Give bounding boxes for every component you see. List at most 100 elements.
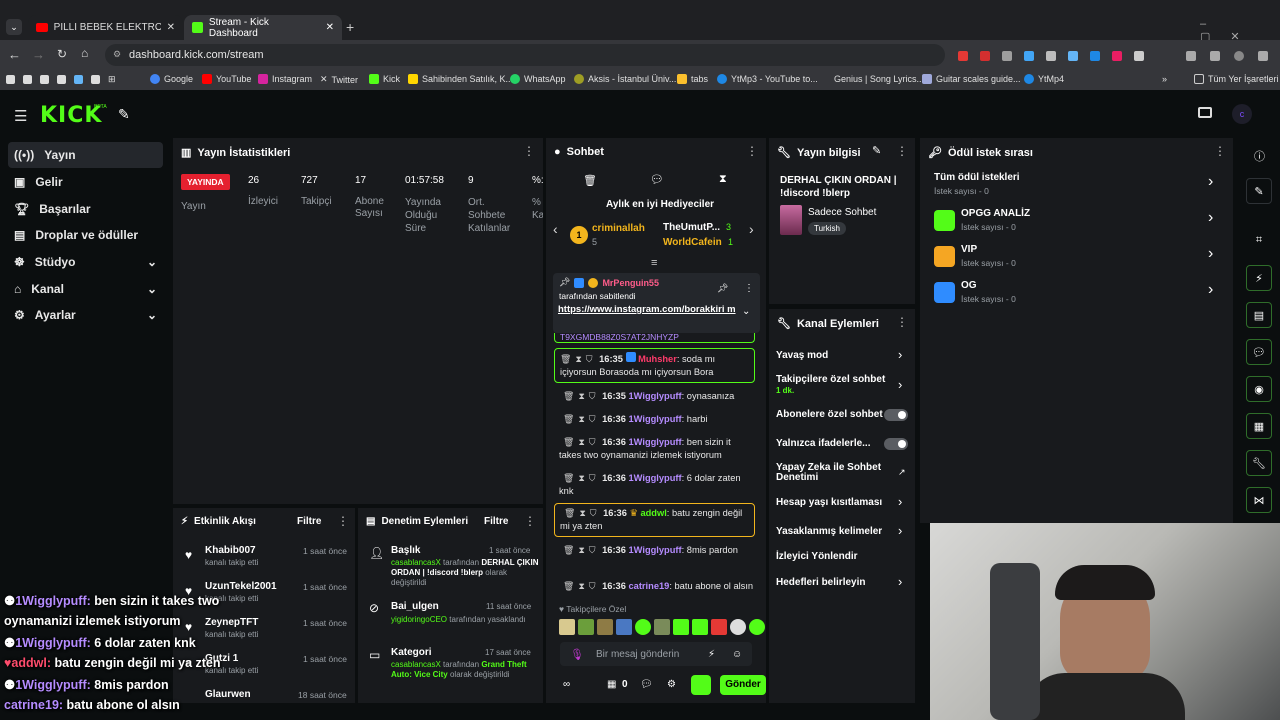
download-icon[interactable]: [1186, 51, 1196, 61]
menu-icon[interactable]: [1258, 51, 1268, 61]
sidebar-item-drops[interactable]: ▤ Droplar ve ödüller: [8, 222, 163, 248]
subs-only-toggle[interactable]: [884, 409, 908, 421]
extension-icon[interactable]: [1024, 51, 1034, 61]
bookmark-kick[interactable]: Kick: [369, 74, 400, 84]
points-icon[interactable]: ▦: [607, 679, 616, 690]
action-slow-mode[interactable]: Yavaş mod: [776, 350, 828, 361]
trash-icon[interactable]: 🗑︎: [563, 544, 574, 557]
new-tab-button[interactable]: +: [346, 19, 354, 35]
broadcast-icon[interactable]: ◉: [1246, 376, 1272, 402]
more-options-icon[interactable]: ⋮: [1214, 144, 1226, 158]
shield-icon[interactable]: ⛉: [589, 390, 596, 403]
bookmark-genius[interactable]: Genius | Song Lyrics...: [834, 74, 924, 84]
bookmark-all[interactable]: Tüm Yer İşaretleri: [1194, 74, 1279, 84]
bolt-icon[interactable]: ⚡︎: [1246, 265, 1272, 291]
emote-icon[interactable]: [730, 619, 746, 635]
chevron-right-icon[interactable]: ›: [898, 347, 902, 362]
shield-icon[interactable]: ⛉: [589, 413, 596, 426]
gifter-name[interactable]: criminallah: [592, 223, 645, 234]
close-icon[interactable]: ✕: [167, 22, 175, 33]
bookmark-ytmp4[interactable]: YtMp4: [1024, 74, 1064, 84]
sidebar-item-channel[interactable]: ⌂ Kanal ⌄: [8, 276, 163, 302]
hourglass-icon[interactable]: ⧗: [578, 390, 584, 403]
action-banned-words[interactable]: Yasaklanmış kelimeler: [776, 526, 882, 537]
chevron-right-icon[interactable]: ›: [898, 494, 902, 509]
chevron-right-icon[interactable]: ›: [749, 221, 754, 237]
trash-icon[interactable]: 🗑︎: [583, 174, 597, 187]
bookmark-apps[interactable]: ⊞: [6, 74, 116, 85]
emotes-only-toggle[interactable]: [884, 438, 908, 450]
edit-icon[interactable]: ✎: [872, 144, 881, 157]
action-subs-only[interactable]: Abonelere özel sohbet: [776, 409, 883, 420]
action-host[interactable]: İzleyici Yönlendir: [776, 551, 858, 562]
back-icon[interactable]: ←: [8, 47, 21, 62]
screenshot-icon[interactable]: ⌗: [1246, 227, 1272, 253]
chevron-right-icon[interactable]: ›: [898, 574, 902, 589]
action-emotes-only[interactable]: Yalnızca ifadelerle...: [776, 438, 871, 449]
emote-icon[interactable]: [749, 619, 765, 635]
bookmark-whatsapp[interactable]: WhatsApp: [510, 74, 566, 84]
storage-icon[interactable]: ▦: [1246, 413, 1272, 439]
trash-icon[interactable]: 🗑︎: [563, 472, 574, 485]
more-options-icon[interactable]: ⋮: [896, 315, 908, 329]
bookmark-instagram[interactable]: Instagram: [258, 74, 312, 84]
document-icon[interactable]: ▤: [1246, 302, 1272, 328]
tab-search-button[interactable]: ⌄: [6, 19, 22, 35]
activity-user[interactable]: UzunTekel2001: [205, 581, 277, 592]
chevron-down-icon[interactable]: ⌄: [742, 306, 750, 317]
reload-icon[interactable]: ↻: [57, 47, 67, 61]
reward-og[interactable]: OG İstek sayısı - 0 ›: [932, 278, 1222, 308]
send-button[interactable]: Gönder: [720, 675, 766, 695]
emote-icon[interactable]: [578, 619, 594, 635]
bookmark-twitter[interactable]: ✕ Twitter: [320, 74, 358, 85]
trash-icon[interactable]: 🗑︎: [564, 507, 575, 520]
chat-input[interactable]: 🎙︎ Bir mesaj gönderin ⚡︎ ☺: [560, 642, 752, 666]
chat-bubble-icon[interactable]: 💬︎: [640, 679, 653, 690]
emote-icon[interactable]: [673, 619, 689, 635]
gift-icon[interactable]: [691, 675, 711, 695]
more-options-icon[interactable]: ⋮: [524, 514, 536, 528]
site-info-icon[interactable]: ⚙: [113, 49, 121, 60]
emote-icon[interactable]: [597, 619, 613, 635]
more-options-icon[interactable]: ⋮: [744, 283, 754, 294]
gifter-name[interactable]: WorldCafein: [663, 237, 722, 248]
action-followers-only[interactable]: Takipçilere özel sohbet: [776, 374, 885, 385]
shield-icon[interactable]: ⛉: [590, 507, 597, 520]
sidebar-item-achievements[interactable]: 🏆︎ Başarılar: [8, 196, 163, 222]
bookmark-guitar[interactable]: Guitar scales guide...: [922, 74, 1021, 84]
forward-icon[interactable]: →: [32, 47, 45, 62]
bookmark-aksis[interactable]: Aksis - İstanbul Üniv...: [574, 74, 676, 84]
wrench-icon[interactable]: 🔧︎: [1246, 450, 1272, 476]
category-name[interactable]: Sadece Sohbet: [808, 207, 876, 218]
shield-icon[interactable]: ⛉: [589, 436, 596, 449]
media-icon[interactable]: [1210, 51, 1220, 61]
filter-button[interactable]: Filtre: [484, 516, 508, 527]
info-icon[interactable]: ⓘ: [1254, 148, 1265, 164]
pin-icon[interactable]: ✎: [118, 106, 130, 123]
chevron-right-icon[interactable]: ›: [898, 523, 902, 538]
reward-vip[interactable]: VIP İstek sayısı - 0 ›: [932, 242, 1222, 272]
tab-kick-dashboard[interactable]: Stream - Kick Dashboard ✕: [184, 15, 342, 40]
shield-icon[interactable]: ⛉: [589, 580, 596, 593]
url-bar[interactable]: ⚙ dashboard.kick.com/stream: [105, 44, 945, 66]
extension-icon[interactable]: [1112, 51, 1122, 61]
emote-icon[interactable]: [559, 619, 575, 635]
bookmark-ytmp3[interactable]: YtMp3 - YouTube to...: [717, 74, 818, 84]
trash-icon[interactable]: 🗑︎: [563, 436, 574, 449]
avatar[interactable]: c: [1232, 104, 1252, 124]
sidebar-item-revenue[interactable]: ▣ Gelir: [8, 169, 163, 195]
emote-icon[interactable]: [635, 619, 651, 635]
bookmark-google[interactable]: Google: [150, 74, 193, 84]
pinned-link[interactable]: https://www.instagram.com/borakkiri m: [558, 303, 738, 316]
shield-icon[interactable]: ⛉: [589, 472, 596, 485]
chat-bubble-icon[interactable]: 💬︎: [1246, 339, 1272, 365]
bookmark-youtube[interactable]: YouTube: [202, 74, 251, 84]
reward-opgg[interactable]: OPGG ANALİZ İstek sayısı - 0 ›: [932, 206, 1222, 236]
trash-icon[interactable]: 🗑︎: [563, 580, 574, 593]
category-thumbnail[interactable]: [780, 205, 802, 235]
puzzle-icon[interactable]: [1134, 51, 1144, 61]
bookmark-sahibinden[interactable]: Sahibinden Satılık, K...: [408, 74, 513, 84]
action-account-age[interactable]: Hesap yaşı kısıtlaması: [776, 497, 882, 508]
extension-icon[interactable]: [1090, 51, 1100, 61]
sidebar-item-stream[interactable]: ((•)) Yayın: [8, 142, 163, 168]
